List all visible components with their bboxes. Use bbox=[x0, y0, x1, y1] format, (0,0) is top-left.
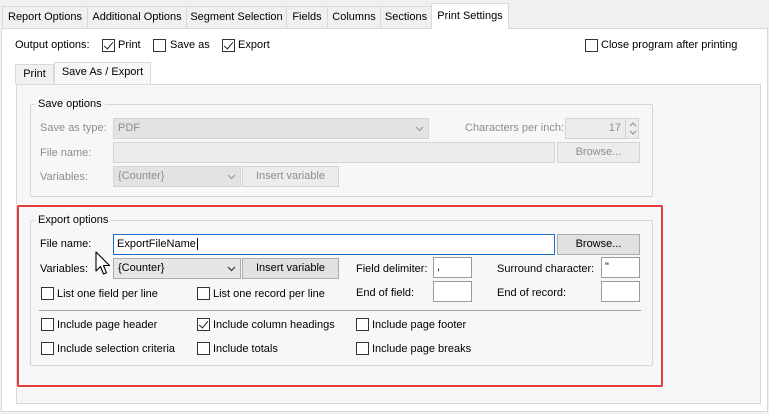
tab-additional-options[interactable]: Additional Options bbox=[87, 6, 187, 28]
spinner-arrows-icon bbox=[629, 122, 637, 135]
save-options-title: Save options bbox=[35, 98, 105, 110]
save-variables-label: Variables: bbox=[40, 171, 89, 183]
print-checkbox[interactable] bbox=[102, 39, 115, 52]
include-page-footer-checkbox[interactable] bbox=[356, 318, 369, 331]
include-totals-checkbox[interactable] bbox=[197, 342, 210, 355]
end-of-field-label: End of field: bbox=[356, 287, 415, 299]
field-delimiter-input[interactable]: , bbox=[433, 257, 472, 278]
print-checkbox-label: Print bbox=[118, 39, 141, 51]
tab-sections[interactable]: Sections bbox=[380, 6, 432, 28]
save-as-type-select[interactable]: PDF bbox=[113, 118, 429, 139]
surround-character-label: Surround character: bbox=[497, 263, 595, 275]
export-checkbox-label: Export bbox=[238, 39, 270, 51]
chevron-down-icon bbox=[227, 266, 236, 272]
include-page-breaks-checkbox[interactable] bbox=[356, 342, 369, 355]
export-file-name-label: File name: bbox=[40, 238, 92, 250]
chars-per-inch-label: Characters per inch: bbox=[465, 122, 565, 134]
export-variables-select[interactable]: {Counter} bbox=[113, 258, 241, 279]
save-file-name-label: File name: bbox=[40, 147, 92, 159]
include-selection-criteria-label: Include selection criteria bbox=[57, 343, 176, 355]
field-delimiter-value: , bbox=[437, 261, 441, 273]
include-page-footer-label: Include page footer bbox=[372, 319, 467, 331]
output-options-label: Output options: bbox=[15, 39, 90, 51]
mouse-cursor-icon bbox=[95, 251, 111, 275]
save-as-type-label: Save as type: bbox=[40, 122, 107, 134]
include-selection-criteria-checkbox[interactable] bbox=[41, 342, 54, 355]
tab-columns[interactable]: Columns bbox=[327, 6, 381, 28]
tab-save-as-export[interactable]: Save As / Export bbox=[54, 62, 151, 84]
export-variables-label: Variables: bbox=[40, 263, 89, 275]
list-one-record-label: List one record per line bbox=[213, 288, 325, 300]
save-file-name-input[interactable] bbox=[113, 142, 555, 163]
end-of-record-label: End of record: bbox=[497, 287, 567, 299]
export-variables-value: {Counter} bbox=[118, 262, 165, 274]
close-program-checkbox-label: Close program after printing bbox=[601, 39, 738, 51]
save-as-checkbox-label: Save as bbox=[170, 39, 210, 51]
surround-character-input[interactable]: " bbox=[601, 257, 640, 278]
end-of-field-input[interactable] bbox=[433, 281, 472, 302]
tab-print-settings[interactable]: Print Settings bbox=[431, 3, 509, 29]
surround-character-value: " bbox=[605, 261, 609, 273]
include-column-headings-checkbox[interactable] bbox=[197, 318, 210, 331]
tab-print[interactable]: Print bbox=[15, 64, 54, 84]
include-column-headings-label: Include column headings bbox=[213, 319, 335, 331]
list-one-record-checkbox[interactable] bbox=[197, 287, 210, 300]
tab-fields[interactable]: Fields bbox=[286, 6, 328, 28]
list-one-field-label: List one field per line bbox=[57, 288, 158, 300]
include-page-header-checkbox[interactable] bbox=[41, 318, 54, 331]
tab-segment-selection[interactable]: Segment Selection bbox=[186, 6, 287, 28]
save-insert-variable-button[interactable]: Insert variable bbox=[242, 166, 339, 187]
save-variables-value: {Counter} bbox=[118, 170, 165, 182]
save-variables-select[interactable]: {Counter} bbox=[113, 166, 241, 187]
tab-report-options[interactable]: Report Options bbox=[2, 6, 88, 28]
save-browse-button[interactable]: Browse... bbox=[557, 142, 640, 163]
field-delimiter-label: Field delimiter: bbox=[356, 263, 428, 275]
export-options-title: Export options bbox=[35, 214, 112, 226]
include-totals-label: Include totals bbox=[213, 343, 278, 355]
chars-per-inch-spinner[interactable] bbox=[625, 118, 639, 139]
tab-strip: Report Options Additional Options Segmen… bbox=[0, 0, 769, 29]
text-caret bbox=[196, 238, 198, 251]
save-as-type-value: PDF bbox=[118, 122, 140, 134]
export-checkbox[interactable] bbox=[222, 39, 235, 52]
export-options-separator bbox=[39, 310, 641, 311]
end-of-record-input[interactable] bbox=[601, 281, 640, 302]
include-page-breaks-label: Include page breaks bbox=[372, 343, 472, 355]
export-insert-variable-button[interactable]: Insert variable bbox=[242, 258, 339, 279]
chars-per-inch-value: 17 bbox=[608, 122, 621, 134]
export-file-name-value: ExportFileName bbox=[117, 238, 196, 250]
chevron-down-icon bbox=[415, 126, 424, 132]
list-one-field-checkbox[interactable] bbox=[41, 287, 54, 300]
export-file-name-input[interactable]: ExportFileName bbox=[113, 234, 555, 255]
save-as-checkbox[interactable] bbox=[153, 39, 166, 52]
include-page-header-label: Include page header bbox=[57, 319, 158, 331]
export-browse-button[interactable]: Browse... bbox=[557, 234, 640, 255]
chevron-down-icon bbox=[227, 174, 236, 180]
close-program-checkbox[interactable] bbox=[585, 39, 598, 52]
